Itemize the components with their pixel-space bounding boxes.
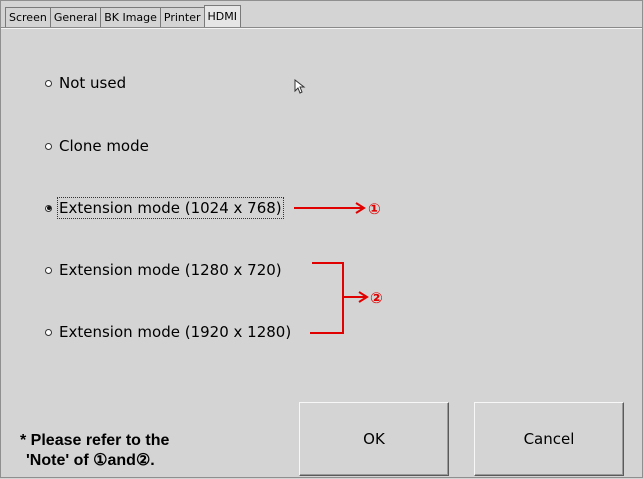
- cancel-button[interactable]: Cancel: [474, 402, 624, 476]
- note-text: * Please refer to the 'Note' of ①and②.: [20, 431, 169, 471]
- annotation-bracket-2: [310, 262, 369, 334]
- annotation-arrow-1: [294, 202, 366, 214]
- mouse-pointer-icon: [294, 79, 306, 94]
- ok-button[interactable]: OK: [299, 402, 449, 476]
- note-line-1: * Please refer to the: [20, 432, 170, 449]
- annotation-marker-2: ②: [370, 289, 383, 307]
- annotation-marker-1: ①: [368, 200, 381, 218]
- dialog-frame: Screen General BK Image Printer HDMI Not…: [0, 0, 643, 478]
- note-line-2: 'Note' of ①and②.: [26, 452, 155, 469]
